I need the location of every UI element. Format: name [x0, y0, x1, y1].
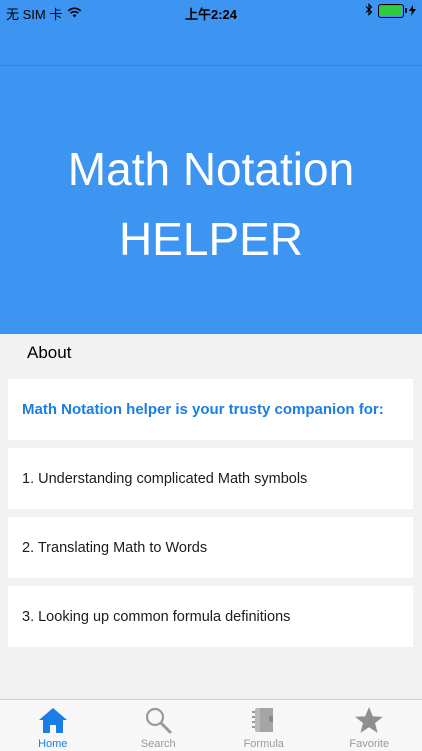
search-icon	[143, 705, 173, 735]
tab-search-label: Search	[141, 738, 176, 750]
battery-icon	[378, 4, 404, 18]
tab-formula[interactable]: Formula	[211, 700, 317, 751]
tab-favorite-label: Favorite	[349, 738, 389, 750]
home-icon	[38, 705, 68, 735]
status-time: 上午2:24	[0, 4, 422, 23]
tab-search[interactable]: Search	[106, 700, 212, 751]
hero-title-line2: HELPER	[0, 212, 422, 266]
tab-favorite[interactable]: Favorite	[317, 700, 422, 751]
intro-card: Math Notation helper is your trusty comp…	[8, 379, 413, 440]
tab-home[interactable]: Home	[0, 700, 106, 751]
hero-title-line1: Math Notation	[0, 142, 422, 196]
notebook-icon	[249, 705, 279, 735]
hero-banner: Math Notation HELPER	[0, 66, 422, 334]
status-right	[365, 3, 416, 19]
feature-card[interactable]: 3. Looking up common formula definitions	[8, 586, 413, 647]
star-icon	[354, 705, 384, 735]
charging-icon	[409, 4, 416, 19]
intro-text: Math Notation helper is your trusty comp…	[22, 401, 384, 418]
tab-formula-label: Formula	[244, 738, 284, 750]
tab-bar: Home Search Formula	[0, 699, 422, 751]
section-title-about: About	[27, 343, 71, 363]
feature-card[interactable]: 2. Translating Math to Words	[8, 517, 413, 578]
tab-home-label: Home	[38, 738, 67, 750]
navigation-bar	[0, 24, 422, 66]
bluetooth-icon	[365, 3, 373, 19]
status-bar: 无 SIM 卡 上午2:24	[0, 0, 422, 24]
feature-text: 2. Translating Math to Words	[22, 540, 207, 556]
feature-text: 1. Understanding complicated Math symbol…	[22, 471, 307, 487]
feature-text: 3. Looking up common formula definitions	[22, 609, 290, 625]
feature-card[interactable]: 1. Understanding complicated Math symbol…	[8, 448, 413, 509]
